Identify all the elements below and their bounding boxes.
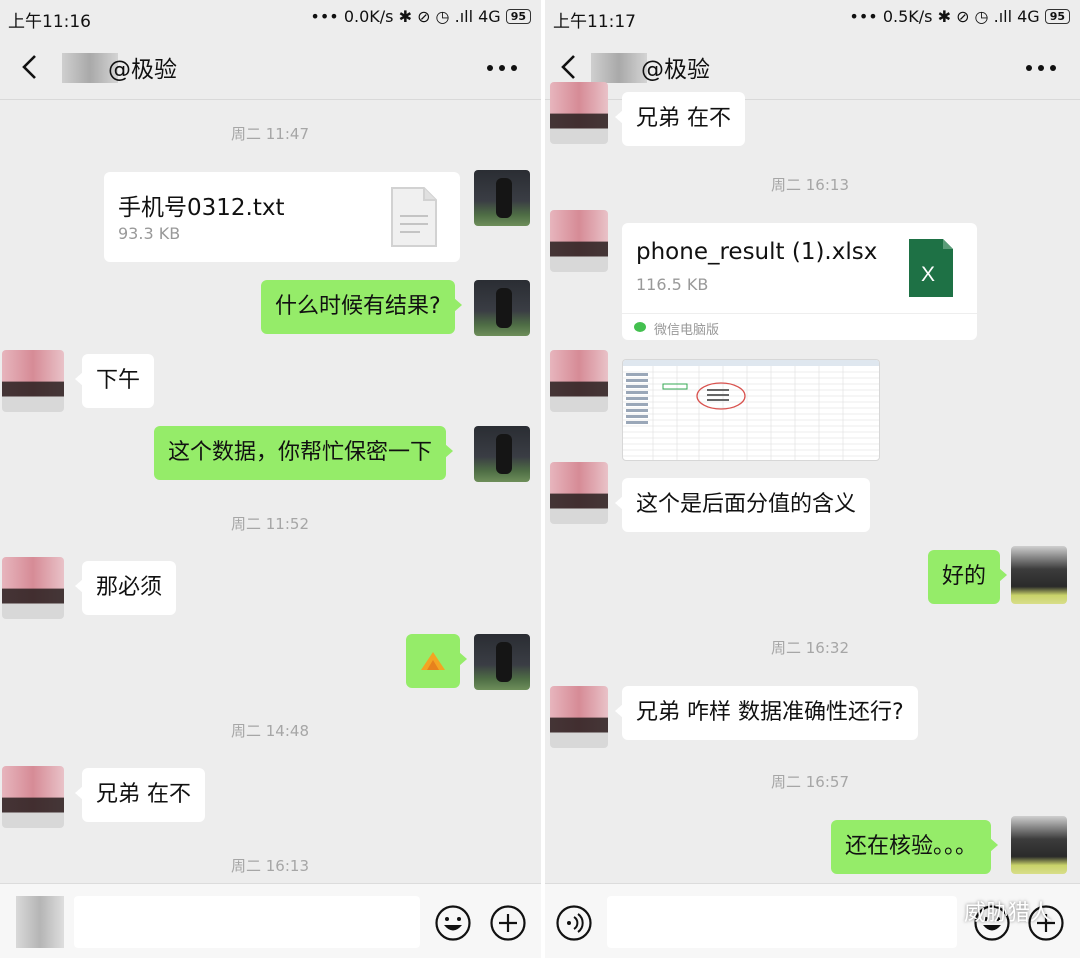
file-source-row: 微信电脑版 [622,313,977,340]
chat-screen-right: 上午11:17 ••• 0.5K/s ✱ ⊘ ◷ .ıll 4G 95 @极验 … [545,0,1080,958]
timestamp: 周二 11:47 [231,125,309,143]
excel-icon-letter: X [921,263,936,286]
network-status: ••• 0.0K/s ✱ ⊘ ◷ .ıll 4G [310,7,501,26]
contact-avatar[interactable] [550,350,608,412]
spreadsheet-screenshot-thumbnail [623,360,879,460]
contact-avatar[interactable] [550,462,608,524]
back-arrow-icon[interactable] [555,52,583,82]
plus-icon[interactable] [489,904,527,942]
status-indicators: ••• 0.0K/s ✱ ⊘ ◷ .ıll 4G 95 [310,7,531,26]
file-size: 93.3 KB [118,224,181,243]
chat-header: @极验 [0,34,541,100]
chat-title: @极验 [108,57,177,83]
wechat-pc-icon [634,322,646,332]
file-source-label: 微信电脑版 [654,323,720,338]
voice-input-icon[interactable] [555,904,593,942]
back-arrow-icon[interactable] [16,52,44,82]
status-indicators: ••• 0.5K/s ✱ ⊘ ◷ .ıll 4G 95 [849,7,1070,26]
message-received: 兄弟 在不 [75,768,205,822]
contact-avatar[interactable] [2,350,64,412]
contact-avatar[interactable] [550,686,608,748]
network-status: ••• 0.5K/s ✱ ⊘ ◷ .ıll 4G [849,7,1040,26]
timestamp: 周二 16:32 [771,639,849,657]
self-avatar[interactable] [474,634,530,690]
message-input[interactable] [607,896,957,948]
wechat-logo-icon [925,898,956,922]
battery-icon: 95 [505,9,531,24]
message-sent: 好的 [928,550,1008,604]
image-message[interactable] [622,359,880,461]
status-bar: 上午11:16 ••• 0.0K/s ✱ ⊘ ◷ .ıll 4G 95 [0,0,541,34]
chat-screen-left: 上午11:16 ••• 0.0K/s ✱ ⊘ ◷ .ıll 4G 95 @极验 … [0,0,541,958]
contact-avatar[interactable] [2,766,64,828]
battery-icon: 95 [1044,9,1070,24]
self-avatar[interactable] [1011,816,1067,874]
fist-bump-emoji-icon [421,652,445,670]
self-avatar[interactable] [474,426,530,482]
timestamp: 周二 14:48 [231,722,309,740]
file-size: 116.5 KB [636,275,709,294]
self-avatar[interactable] [474,280,530,336]
watermark-text: 威胁猎人 [963,901,1052,926]
file-name: 手机号0312.txt [118,195,285,221]
self-avatar[interactable] [474,170,530,226]
input-bar [0,883,541,958]
timestamp: 周二 16:13 [231,857,309,875]
file-name: phone_result (1).xlsx [636,239,878,265]
status-bar: 上午11:17 ••• 0.5K/s ✱ ⊘ ◷ .ıll 4G 95 [545,0,1080,34]
timestamp: 周二 16:13 [771,176,849,194]
self-avatar[interactable] [1011,546,1067,604]
status-time: 上午11:17 [553,12,636,32]
contact-avatar[interactable] [2,557,64,619]
timestamp: 周二 11:52 [231,515,309,533]
message-received: 那必须 [74,561,177,615]
voice-toggle-blurred[interactable] [16,896,64,948]
emoji-message [406,634,467,688]
more-options-icon[interactable] [1021,56,1061,80]
blurred-contact-name [591,53,647,83]
message-received: 兄弟 在不 [615,92,745,146]
contact-avatar[interactable] [550,82,608,144]
chat-header: @极验 [545,34,1080,100]
watermark: 威胁猎人 [925,895,1052,927]
chat-title: @极验 [641,57,710,83]
file-message[interactable]: 手机号0312.txt 93.3 KB [104,172,460,262]
message-input[interactable] [74,896,420,948]
status-time: 上午11:16 [8,12,91,32]
timestamp: 周二 16:57 [771,773,849,791]
txt-file-icon [391,187,437,247]
contact-avatar[interactable] [550,210,608,272]
message-received: 兄弟 咋样 数据准确性还行? [615,686,918,740]
file-message[interactable]: phone_result (1).xlsx 116.5 KB X 微信电脑版 [622,223,977,340]
message-sent: 还在核验。。。 [831,820,999,874]
message-sent: 这个数据，你帮忙保密一下 [154,426,454,480]
message-sent: 什么时候有结果? [261,280,462,334]
message-received: 这个是后面分值的含义 [614,478,871,532]
more-options-icon[interactable] [482,56,522,80]
message-received: 下午 [74,354,155,408]
emoji-icon[interactable] [434,904,472,942]
